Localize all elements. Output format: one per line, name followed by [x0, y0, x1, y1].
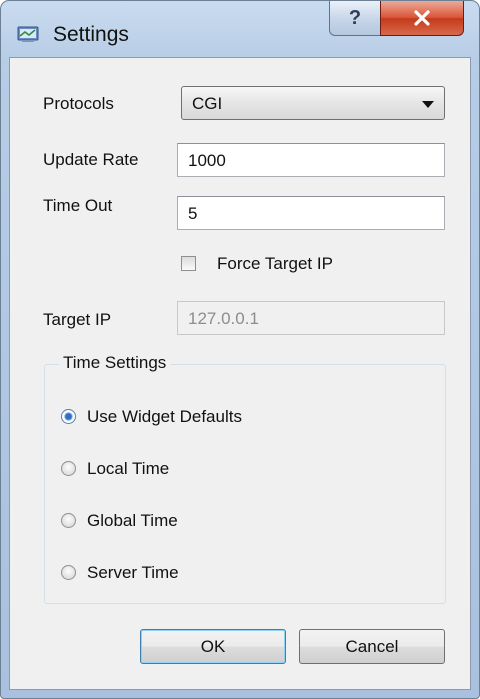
- time-out-input[interactable]: 5: [177, 196, 445, 230]
- help-button[interactable]: ?: [329, 1, 381, 36]
- close-icon: [414, 10, 430, 26]
- radio-button[interactable]: [61, 565, 76, 580]
- ok-button[interactable]: OK: [140, 629, 286, 664]
- target-ip-label: Target IP: [43, 310, 112, 329]
- dialog-body: Protocols CGI Update Rate 1000 Time Out …: [9, 57, 471, 690]
- title-bar[interactable]: Settings ?: [1, 1, 479, 57]
- radio-button[interactable]: [61, 409, 76, 424]
- radio-label[interactable]: Global Time: [87, 511, 178, 531]
- update-rate-input[interactable]: 1000: [177, 143, 445, 177]
- time-settings-group: Time Settings Use Widget Defaults Local …: [44, 353, 446, 604]
- force-target-ip-checkbox[interactable]: [181, 256, 196, 271]
- protocols-label: Protocols: [43, 94, 114, 113]
- protocols-selected-value: CGI: [192, 94, 223, 113]
- settings-dialog: Settings ? Protocols CGI Update Rate 100…: [0, 0, 480, 699]
- time-settings-title: Time Settings: [59, 353, 171, 373]
- radio-label[interactable]: Server Time: [87, 563, 179, 583]
- window-title: Settings: [53, 23, 129, 46]
- chevron-down-icon: [422, 101, 434, 108]
- radio-button[interactable]: [61, 513, 76, 528]
- target-ip-input: 127.0.0.1: [177, 301, 445, 335]
- cancel-button[interactable]: Cancel: [299, 629, 445, 664]
- force-target-ip-label[interactable]: Force Target IP: [217, 254, 333, 274]
- radio-label[interactable]: Local Time: [87, 459, 169, 479]
- time-out-label: Time Out: [43, 196, 113, 215]
- radio-label[interactable]: Use Widget Defaults: [87, 407, 242, 427]
- update-rate-label: Update Rate: [43, 150, 139, 169]
- help-icon: ?: [348, 6, 362, 29]
- settings-app-icon: [17, 26, 39, 42]
- radio-button[interactable]: [61, 461, 76, 476]
- close-button[interactable]: [380, 1, 464, 36]
- protocols-dropdown[interactable]: CGI: [181, 86, 445, 120]
